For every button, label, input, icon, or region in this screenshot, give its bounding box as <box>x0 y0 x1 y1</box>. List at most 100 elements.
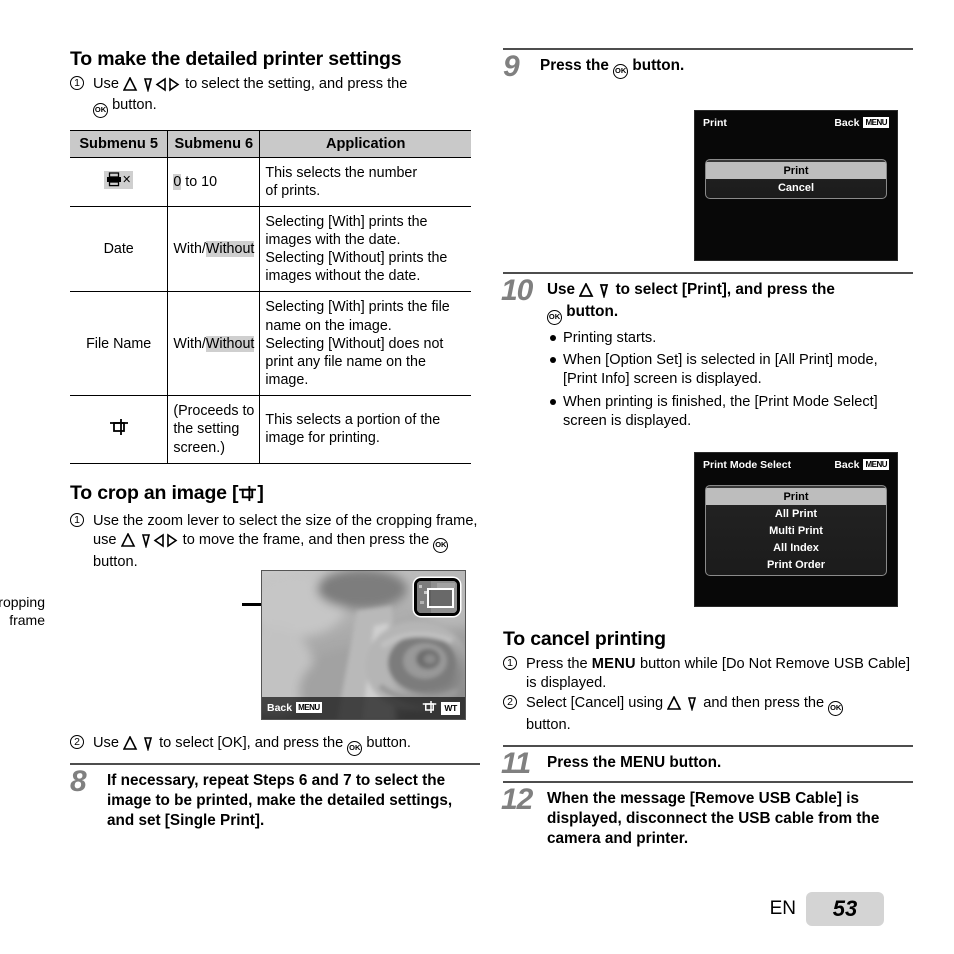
step-10-tail: button. <box>566 302 619 320</box>
cancel-step-2-post: and then press the <box>703 694 825 711</box>
table-header-application: Application <box>259 129 471 158</box>
right-column-step10: 10 Use to select [Print], and press the … <box>501 272 913 432</box>
menu-button-label: MENU <box>620 753 666 771</box>
photo-status-bar: Back MENU WT <box>262 697 465 719</box>
cell-application: Selecting [With] prints the file name on… <box>259 291 471 397</box>
page-footer: EN 53 <box>770 892 884 926</box>
step-12-number: 12 <box>501 782 533 816</box>
step-8-number: 8 <box>70 765 87 798</box>
lcd-print-back[interactable]: Back MENU <box>834 117 889 129</box>
step-1-text-pre: Use <box>93 76 119 92</box>
step-9-text: Press the OK button. <box>540 57 684 79</box>
lcd-mode-back[interactable]: Back MENU <box>834 459 889 471</box>
cancel-step-1-pre: Press the <box>526 656 588 672</box>
crop-step-1-tail: button. <box>93 553 138 570</box>
ok-button-icon: OK <box>828 700 844 716</box>
cell-submenu6-rest: With/ <box>173 241 206 258</box>
language-label: EN <box>769 898 796 919</box>
updown-arrows-icon <box>666 695 699 715</box>
lcd-menu-item-cancel[interactable]: Cancel <box>706 179 886 196</box>
step-12: 12 When the message [Remove USB Cable] i… <box>501 783 913 849</box>
step-10-bullets: Printing starts. When [Option Set] is se… <box>547 329 913 432</box>
divider <box>503 48 913 50</box>
step-11-text: Press the MENU button. <box>547 754 721 771</box>
cell-submenu5: File Name <box>70 291 168 397</box>
cancel-step-2: 2 Select [Cancel] using and then press t… <box>503 694 913 735</box>
lcd-print-titlebar: Print Back MENU <box>703 117 889 129</box>
photo-back-group[interactable]: Back MENU <box>267 702 322 714</box>
cancel-step-2-tail: button. <box>526 716 571 733</box>
step-10: 10 Use to select [Print], and press the … <box>501 274 913 432</box>
step-10-number: 10 <box>501 274 533 307</box>
section-title-cancel-printing: To cancel printing <box>503 628 666 650</box>
menu-badge-icon: MENU <box>863 117 889 128</box>
step-11-number: 11 <box>501 746 531 780</box>
table-header-row: Submenu 5 Submenu 6 Application <box>70 129 471 158</box>
cell-submenu6-highlight: Without <box>205 241 255 258</box>
section-title-crop-image: To crop an image [] <box>70 482 480 508</box>
step-marker-2: 2 <box>503 694 517 709</box>
divider <box>503 272 913 274</box>
step-8-text: If necessary, repeat Steps 6 and 7 to se… <box>107 772 453 829</box>
cell-application: This selects a portion of the image for … <box>259 395 471 464</box>
manual-page: To make the detailed printer settings 1 … <box>0 0 954 954</box>
photo-zoom-group: WT <box>422 700 460 717</box>
callout-line-2: frame <box>9 611 45 628</box>
cell-submenu6-rest: to 10 <box>181 173 218 190</box>
ok-button-icon: OK <box>433 537 449 553</box>
bullet-item: When printing is finished, the [Print Mo… <box>547 393 913 431</box>
step-10-post: to select [Print], and press the <box>615 281 835 298</box>
crop-selection-rect <box>427 588 454 608</box>
cell-submenu6: 0 to 10 <box>167 157 260 207</box>
crop-step-1-post: to move the frame, and then press the <box>182 531 430 548</box>
menu-badge-icon: MENU <box>296 702 322 713</box>
cell-submenu5 <box>70 395 168 464</box>
left-column: To make the detailed printer settings 1 … <box>70 48 480 572</box>
callout-line-1: Cropping <box>0 594 45 610</box>
step-1-text-post: to select the setting, and press the <box>185 76 408 92</box>
crop-step-2-post: to select [OK], and press the <box>159 735 344 751</box>
step-marker-2: 2 <box>70 735 84 749</box>
crop-title-pre: To crop an image [ <box>70 481 239 504</box>
dpad-arrows-icon <box>122 76 181 96</box>
printer-settings-table: Submenu 5 Submenu 6 Application × 0 to 1… <box>70 129 471 464</box>
lcd-menu-item-print-order[interactable]: Print Order <box>706 556 886 573</box>
lcd-menu-item-print[interactable]: Print <box>706 488 886 505</box>
cell-submenu5: Date <box>70 206 168 293</box>
step-11-post: button. <box>669 753 722 771</box>
crop-step-1: 1 Use the zoom lever to select the size … <box>70 512 480 572</box>
updown-arrows-icon <box>578 281 611 302</box>
lcd-print-back-label: Back <box>834 117 860 129</box>
left-column-lower: 2 Use to select [OK], and press the OK b… <box>70 733 480 831</box>
step-11-pre: Press the <box>547 753 616 771</box>
cell-submenu6: With/Without <box>167 291 260 397</box>
lcd-menu-item-all-index[interactable]: All Index <box>706 539 886 556</box>
step-9-pre: Press the <box>540 57 609 74</box>
step-9: 9 Press the OK button. <box>503 50 913 83</box>
lcd-menu-item-print[interactable]: Print <box>706 162 886 179</box>
divider <box>503 744 913 747</box>
crop-step-2-pre: Use <box>93 735 119 751</box>
lcd-mode-titlebar: Print Mode Select Back MENU <box>703 459 889 471</box>
lcd-menu-item-multi-print[interactable]: Multi Print <box>706 522 886 539</box>
photo-back-label: Back <box>267 702 293 714</box>
cell-submenu6: (Proceeds to the setting screen.) <box>167 395 260 464</box>
printer-settings-step-1: 1 Use to select the setting, and press t… <box>70 75 480 118</box>
divider <box>70 763 480 765</box>
cell-submenu6-rest: With/ <box>173 335 206 352</box>
crop-step-2-tail: button. <box>366 735 411 751</box>
step-10-text: Use to select [Print], and press the OK … <box>547 281 835 325</box>
right-column: 9 Press the OK button. <box>503 48 913 83</box>
table-row: (Proceeds to the setting screen.) This s… <box>70 395 471 464</box>
page-number-badge: 53 <box>806 892 884 926</box>
preview-photo: Back MENU WT <box>261 570 466 720</box>
table-header-submenu6: Submenu 6 <box>167 129 261 158</box>
step-marker-1: 1 <box>503 656 517 670</box>
wt-badge-icon: WT <box>441 701 460 715</box>
lcd-menu-item-all-print[interactable]: All Print <box>706 505 886 522</box>
lcd-print-title: Print <box>703 117 727 129</box>
lcd-mode-title: Print Mode Select <box>703 459 792 471</box>
cropping-frame-figure: Back MENU WT <box>261 570 466 720</box>
lcd-print-mode-screen: Print Mode Select Back MENU Print All Pri… <box>694 452 898 607</box>
cancel-step-2-pre: Select [Cancel] using <box>526 694 664 711</box>
